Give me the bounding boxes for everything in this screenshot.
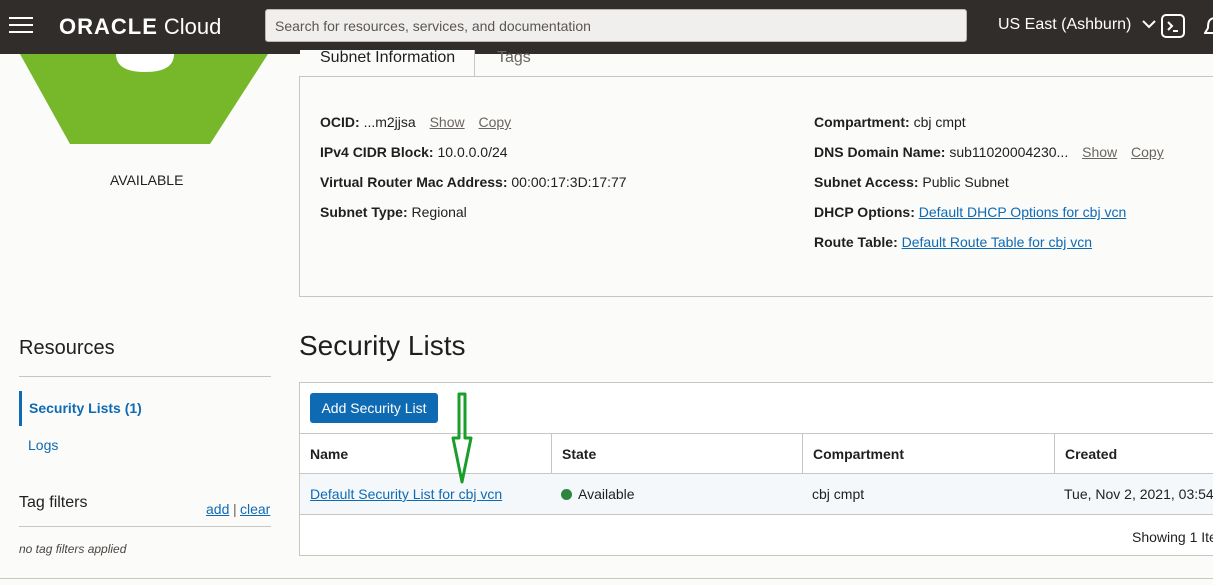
state-value: Available: [578, 486, 635, 502]
sidebar-item-security-lists[interactable]: Security Lists (1): [19, 391, 179, 426]
dns-copy-link[interactable]: Copy: [1131, 144, 1164, 160]
tag-filters-empty-text: no tag filters applied: [19, 542, 127, 556]
hamburger-menu-icon[interactable]: [9, 17, 33, 37]
cloud-shell-icon[interactable]: [1161, 14, 1185, 38]
route-table-label: Route Table:: [814, 234, 898, 250]
route-table-link[interactable]: Default Route Table for cbj vcn: [902, 234, 1092, 250]
dhcp-label: DHCP Options:: [814, 204, 915, 220]
region-selector[interactable]: US East (Ashburn): [998, 16, 1156, 34]
cell-state: Available: [551, 474, 802, 514]
ocid-value: ...m2jjsa: [363, 114, 416, 130]
oracle-cloud-logo[interactable]: ORACLE Cloud: [59, 13, 221, 41]
table-header: Name State Compartment Created: [300, 433, 1213, 474]
compartment-row: Compartment: cbj cmpt: [814, 114, 966, 130]
tag-filter-separator: |: [233, 501, 237, 517]
tag-filters-heading: Tag filters: [19, 494, 88, 511]
subnet-status-hexagon: [20, 54, 268, 144]
dhcp-options-link[interactable]: Default DHCP Options for cbj vcn: [919, 204, 1127, 220]
ocid-copy-link[interactable]: Copy: [479, 114, 512, 130]
annotation-arrow-down-icon: [451, 392, 473, 484]
column-header-state[interactable]: State: [551, 434, 802, 474]
ocid-label: OCID:: [320, 114, 360, 130]
cidr-label: IPv4 CIDR Block:: [320, 144, 434, 160]
compartment-value: cbj cmpt: [913, 114, 966, 130]
subnet-access-value: Public Subnet: [922, 174, 1009, 190]
column-header-name[interactable]: Name: [300, 434, 551, 474]
divider: [19, 526, 271, 527]
mac-label: Virtual Router Mac Address:: [320, 174, 508, 190]
table-row: Default Security List for cbj vcn Availa…: [300, 474, 1213, 515]
dns-label: DNS Domain Name:: [814, 144, 946, 160]
region-label: US East (Ashburn): [998, 16, 1132, 33]
cell-created: Tue, Nov 2, 2021, 03:54: [1064, 486, 1213, 502]
resources-heading: Resources: [19, 337, 115, 359]
search-input[interactable]: [265, 9, 967, 42]
top-navigation-bar: ORACLECloud US East (Ashburn): [0, 0, 1213, 54]
sidebar-item-logs[interactable]: Logs: [28, 437, 58, 453]
column-header-created[interactable]: Created: [1054, 434, 1213, 474]
dns-row: DNS Domain Name: sub11020004230... Show …: [814, 144, 1164, 160]
cell-name: Default Security List for cbj vcn: [300, 474, 551, 514]
cidr-row: IPv4 CIDR Block: 10.0.0.0/24: [320, 144, 508, 160]
status-label: AVAILABLE: [110, 172, 184, 188]
column-header-compartment[interactable]: Compartment: [802, 434, 1054, 474]
subnet-access-label: Subnet Access:: [814, 174, 919, 190]
dns-value: sub11020004230...: [949, 144, 1069, 160]
notifications-bell-icon[interactable]: [1204, 14, 1213, 38]
route-table-row: Route Table: Default Route Table for cbj…: [814, 234, 1092, 250]
compartment-label: Compartment:: [814, 114, 910, 130]
clear-tag-filter-link[interactable]: clear: [240, 501, 270, 517]
divider: [0, 578, 1213, 579]
dns-show-link[interactable]: Show: [1082, 144, 1117, 160]
cell-compartment: cbj cmpt: [812, 486, 865, 502]
subnet-access-row: Subnet Access: Public Subnet: [814, 174, 1009, 190]
mac-value: 00:00:17:3D:17:77: [511, 174, 627, 190]
divider: [19, 376, 271, 377]
add-security-list-button[interactable]: Add Security List: [310, 393, 438, 423]
subnet-type-label: Subnet Type:: [320, 204, 408, 220]
dhcp-row: DHCP Options: Default DHCP Options for c…: [814, 204, 1126, 220]
detail-tabs: Subnet Information Tags: [300, 50, 1213, 77]
ocid-show-link[interactable]: Show: [430, 114, 465, 130]
mac-row: Virtual Router Mac Address: 00:00:17:3D:…: [320, 174, 627, 190]
subnet-type-row: Subnet Type: Regional: [320, 204, 467, 220]
subnet-type-value: Regional: [411, 204, 467, 220]
available-status-dot-icon: [561, 489, 572, 500]
tab-tags[interactable]: Tags: [497, 50, 531, 76]
chevron-down-icon: [1142, 20, 1156, 29]
security-lists-heading: Security Lists: [299, 330, 466, 361]
add-tag-filter-link[interactable]: add: [206, 501, 229, 517]
cidr-value: 10.0.0.0/24: [437, 144, 508, 160]
ocid-row: OCID: ...m2jjsa Show Copy: [320, 114, 511, 130]
security-list-name-link[interactable]: Default Security List for cbj vcn: [310, 486, 502, 502]
tab-subnet-information[interactable]: Subnet Information: [300, 50, 475, 76]
pagination-status: Showing 1 Ite: [1132, 529, 1213, 545]
